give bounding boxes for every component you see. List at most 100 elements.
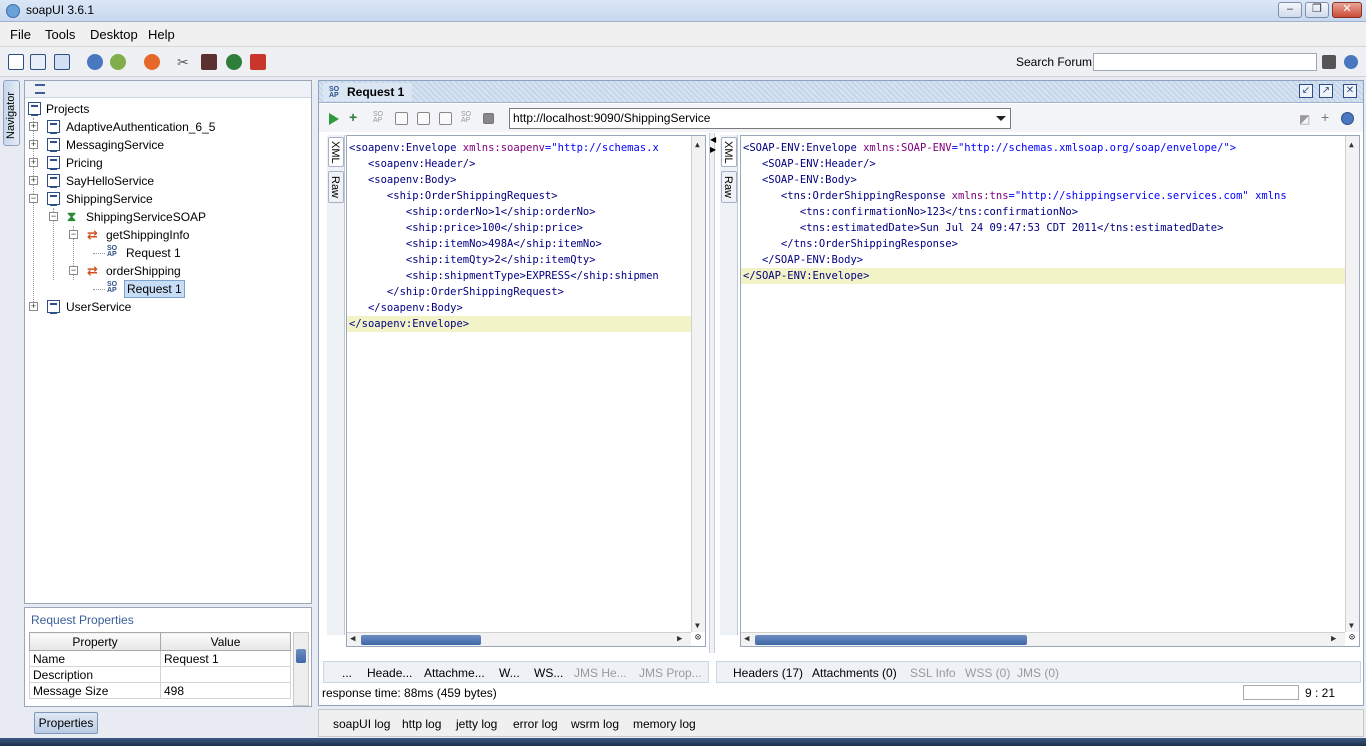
exit-icon[interactable] [250,54,266,70]
property-value[interactable]: 498 [160,682,291,699]
menu-tools[interactable]: Tools [45,27,75,42]
scroll-up-icon[interactable]: ▲ [1349,140,1354,149]
tree-item-userservice[interactable]: + UserService [27,298,297,316]
scroll-thumb[interactable] [296,649,306,663]
wsdl-icon[interactable]: ◩ [1299,112,1312,126]
tab-soapui-log[interactable]: soapUI log [333,717,390,731]
tree-item-messagingservice[interactable]: + MessagingService [27,136,297,154]
tab-error-log[interactable]: error log [513,717,558,731]
add-assertion-icon[interactable]: + [349,110,362,125]
navigator-tab[interactable]: Navigator [3,80,20,146]
search-gift-icon[interactable] [1322,55,1336,69]
users-icon[interactable] [110,54,126,70]
tab-response-jms[interactable]: JMS (0) [1017,666,1059,680]
tab-wsrm-log[interactable]: wsrm log [571,717,619,731]
scroll-left-icon[interactable]: ◀ [744,634,749,644]
new-project-icon[interactable] [8,54,24,70]
collapse-right-icon[interactable]: ▶ [710,145,716,154]
properties-button[interactable]: Properties [34,712,98,734]
scroll-thumb[interactable] [361,635,481,645]
request-help-icon[interactable] [1341,112,1354,125]
tab-request-ws[interactable]: WS... [534,666,563,680]
tab-response-ssl-info[interactable]: SSL Info [910,666,956,680]
search-help-icon[interactable] [1344,55,1358,69]
tab-jetty-log[interactable]: jetty log [456,717,497,731]
preferences-icon[interactable]: ✂ [177,54,193,70]
table-row[interactable]: Name Request 1 [29,650,291,667]
menu-file[interactable]: File [10,27,31,42]
tree-item-adaptiveauthentication[interactable]: + AdaptiveAuthentication_6_5 [27,118,297,136]
scroll-up-icon[interactable]: ▲ [695,140,700,149]
dock-icon[interactable]: ↙ [1299,84,1313,98]
response-raw-tab[interactable]: Raw [721,171,737,203]
request-horizontal-scrollbar[interactable]: ◀ ▶ [347,632,691,646]
request-window-tab[interactable]: SO AP Request 1 [323,83,413,101]
split-horizontal-icon[interactable] [439,112,452,125]
detach-icon[interactable]: ↗ [1319,84,1333,98]
collapse-icon[interactable]: − [49,212,58,221]
tree-item-request-1[interactable]: SO AP Request 1 [87,244,297,262]
response-xml-editor[interactable]: <SOAP-ENV:Envelope xmlns:SOAP-ENV="http:… [740,135,1360,647]
maximize-button[interactable]: ❐ [1305,2,1329,18]
clone-request-icon[interactable]: SO AP [461,111,474,125]
minimize-button[interactable]: – [1278,2,1302,18]
expand-icon[interactable]: + [29,140,38,149]
menu-help[interactable]: Help [148,27,175,42]
tree-item-ordershipping[interactable]: − ⇄ orderShipping [67,262,297,280]
tree-item-sayhelloservice[interactable]: + SayHelloService [27,172,297,190]
tab-memory-log[interactable]: memory log [633,717,696,731]
import-project-icon[interactable] [30,54,46,70]
tab-request-more[interactable]: ... [342,666,352,680]
property-column-header[interactable]: Property [29,632,161,651]
request-xml-tab[interactable]: XML [328,137,344,167]
proxy-icon[interactable] [201,54,217,70]
split-vertical-icon[interactable] [417,112,430,125]
tab-response-wss[interactable]: WSS (0) [965,666,1010,680]
close-button[interactable]: ✕ [1332,2,1362,18]
expand-icon[interactable]: + [29,302,38,311]
create-test-icon[interactable]: SO AP [373,111,386,125]
tab-request-jms-headers[interactable]: JMS He... [574,666,627,680]
scroll-down-icon[interactable]: ▼ [1349,621,1354,630]
response-horizontal-scrollbar[interactable]: ◀ ▶ [741,632,1345,646]
expand-icon[interactable]: + [29,176,38,185]
expand-icon[interactable]: + [29,158,38,167]
scroll-left-icon[interactable]: ◀ [350,634,355,644]
request-vertical-scrollbar[interactable]: ▲ ▼ [691,136,705,632]
find-icon[interactable]: ⊙ [1345,632,1359,646]
soapui-web-icon[interactable] [144,54,160,70]
submit-request-icon[interactable] [329,113,339,125]
tab-request-headers[interactable]: Heade... [367,666,412,680]
cancel-request-icon[interactable] [483,113,494,124]
tab-http-log[interactable]: http log [402,717,441,731]
request-xml-editor[interactable]: <soapenv:Envelope xmlns:soapenv="http://… [346,135,706,647]
add-icon[interactable]: + [1321,110,1334,125]
value-column-header[interactable]: Value [160,632,291,651]
find-icon[interactable]: ⊙ [691,632,705,646]
scroll-down-icon[interactable]: ▼ [695,621,700,630]
tab-request-jms-properties[interactable]: JMS Prop... [639,666,702,680]
scroll-right-icon[interactable]: ▶ [677,634,682,644]
tree-item-request-1-selected[interactable]: SO AP Request 1 [87,280,297,298]
properties-scrollbar[interactable] [293,632,309,706]
tree-item-getshippinginfo[interactable]: − ⇄ getShippingInfo [67,226,297,244]
scroll-right-icon[interactable]: ▶ [1331,634,1336,644]
search-forum-input[interactable] [1093,53,1317,71]
table-row[interactable]: Description [29,666,291,683]
tab-request-wss[interactable]: W... [499,666,520,680]
collapse-left-icon[interactable]: ◀ [710,135,716,144]
collapse-icon[interactable]: − [69,230,78,239]
request-raw-tab[interactable]: Raw [328,171,344,203]
scroll-thumb[interactable] [755,635,1027,645]
monitor-icon[interactable] [226,54,242,70]
tree-item-shippingservice[interactable]: − ShippingService [27,190,297,208]
tab-response-attachments[interactable]: Attachments (0) [812,666,897,680]
collapse-icon[interactable]: − [29,194,38,203]
tab-request-attachments[interactable]: Attachme... [424,666,485,680]
tree-item-shippingservicesoap[interactable]: − ⧗ ShippingServiceSOAP [47,208,297,226]
help-icon[interactable] [87,54,103,70]
save-all-icon[interactable] [54,54,70,70]
collapse-icon[interactable]: − [69,266,78,275]
editor-splitter[interactable]: ◀ ▶ [709,133,716,653]
tab-response-headers[interactable]: Headers (17) [733,666,803,680]
